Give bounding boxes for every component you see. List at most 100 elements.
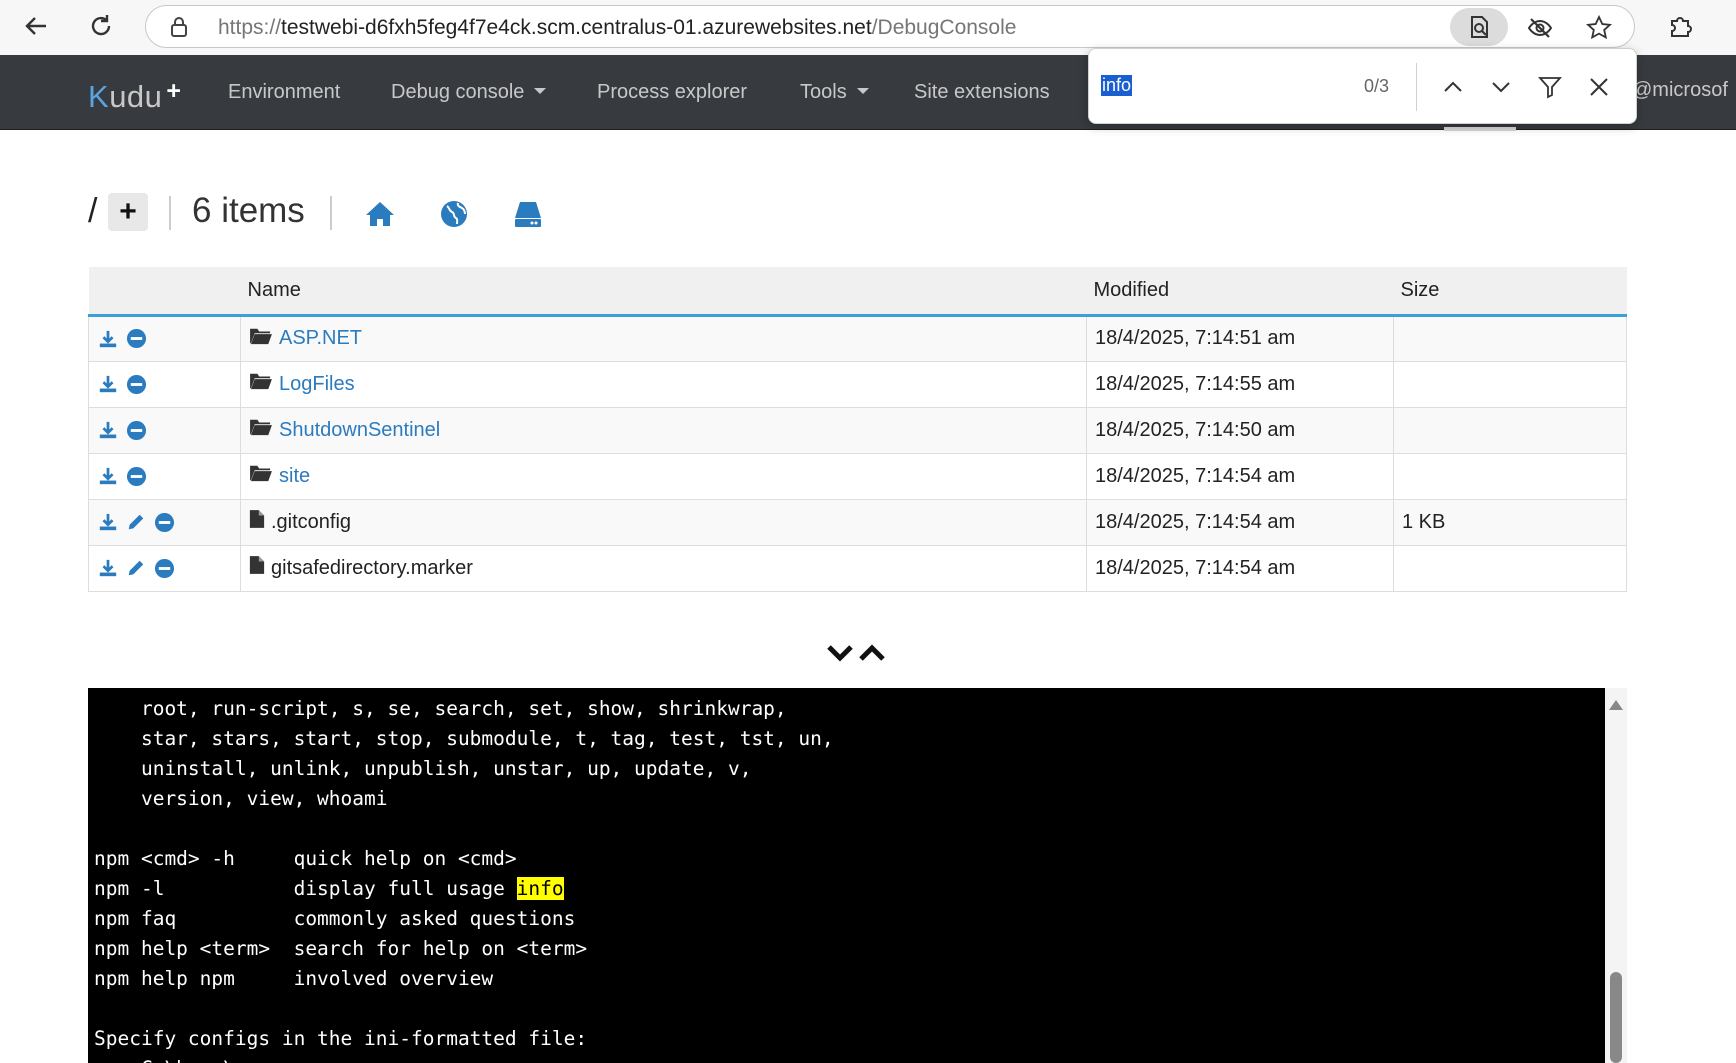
find-bar: info 0/3: [1088, 48, 1637, 124]
find-divider: [1416, 63, 1417, 111]
modified-cell: 18/4/2025, 7:14:54 am: [1086, 544, 1394, 592]
table-row[interactable]: .gitconfig 18/4/2025, 7:14:54 am 1 KB: [88, 498, 1627, 546]
folder-link[interactable]: ShutdownSentinel: [279, 419, 440, 442]
home-icon[interactable]: [364, 198, 396, 230]
console-line: root, run-script, s, se, search, set, sh…: [94, 697, 787, 720]
size-cell: [1393, 406, 1627, 454]
delete-icon[interactable]: [153, 511, 175, 533]
folder-link[interactable]: ASP.NET: [279, 327, 362, 350]
find-next-button[interactable]: [1485, 71, 1517, 103]
add-item-button[interactable]: +: [108, 193, 148, 231]
drive-icon[interactable]: [512, 198, 544, 230]
file-icon: [249, 509, 265, 535]
download-icon[interactable]: [97, 557, 119, 579]
console-resize-toggles: [826, 642, 886, 664]
name-cell: .gitconfig: [240, 498, 1087, 546]
table-row[interactable]: ShutdownSentinel 18/4/2025, 7:14:50 am: [88, 406, 1627, 454]
scroll-up-arrow-icon[interactable]: [1609, 700, 1623, 710]
globe-icon[interactable]: [438, 198, 470, 230]
modified-cell: 18/4/2025, 7:14:54 am: [1086, 452, 1394, 500]
row-actions: [88, 360, 241, 408]
name-cell: gitsafedirectory.marker: [240, 544, 1087, 592]
download-icon[interactable]: [97, 511, 119, 533]
url-path: /DebugConsole: [871, 16, 1017, 39]
menu-process-explorer[interactable]: Process explorer: [597, 81, 747, 104]
console-output[interactable]: root, run-script, s, se, search, set, sh…: [88, 688, 1605, 1063]
name-cell: LogFiles: [240, 360, 1087, 408]
menu-label: Environment: [228, 81, 341, 103]
table-row[interactable]: ASP.NET 18/4/2025, 7:14:51 am: [88, 314, 1627, 362]
file-name: gitsafedirectory.marker: [271, 556, 473, 579]
find-filter-button[interactable]: [1534, 71, 1566, 103]
menu-tools[interactable]: Tools: [800, 81, 869, 104]
extensions-button[interactable]: [1662, 8, 1698, 44]
lock-icon[interactable]: [170, 16, 188, 38]
file-table: Name Modified Size ASP.NET 18/4/2025, 7:1…: [88, 267, 1627, 592]
refresh-button[interactable]: [81, 6, 121, 46]
table-row[interactable]: gitsafedirectory.marker 18/4/2025, 7:14:5…: [88, 544, 1627, 592]
brand-k: K: [88, 79, 110, 114]
delete-icon[interactable]: [125, 328, 147, 350]
separator: [169, 196, 171, 230]
user-account[interactable]: @microsof: [1632, 79, 1728, 102]
size-header[interactable]: Size: [1393, 267, 1627, 317]
menu-debug-console[interactable]: Debug console: [391, 81, 547, 104]
folder-link[interactable]: LogFiles: [279, 373, 355, 396]
console-line: uninstall, unlink, unpublish, unstar, up…: [94, 757, 752, 780]
modified-cell: 18/4/2025, 7:14:55 am: [1086, 360, 1394, 408]
separator: [330, 196, 332, 230]
delete-icon[interactable]: [125, 465, 147, 487]
kudu-logo[interactable]: Kudu +: [88, 77, 182, 115]
edit-pencil-icon[interactable]: [125, 511, 147, 533]
size-cell: [1393, 314, 1627, 362]
edit-pencil-icon[interactable]: [125, 557, 147, 579]
menu-label: Debug console: [391, 81, 525, 103]
size-cell: [1393, 452, 1627, 500]
table-row[interactable]: site 18/4/2025, 7:14:54 am: [88, 452, 1627, 500]
modified-cell: 18/4/2025, 7:14:54 am: [1086, 498, 1394, 546]
delete-icon[interactable]: [125, 373, 147, 395]
extensions-icon: [1671, 17, 1692, 37]
download-icon[interactable]: [97, 328, 119, 350]
name-header[interactable]: Name: [240, 267, 1087, 317]
name-cell: ASP.NET: [240, 314, 1087, 362]
size-cell: 1 KB: [1393, 498, 1627, 546]
brand-plus: +: [166, 77, 182, 105]
find-previous-button[interactable]: [1437, 71, 1469, 103]
expand-up-icon[interactable]: [858, 642, 886, 664]
menu-environment[interactable]: Environment: [228, 81, 340, 104]
chevron-up-icon: [1444, 81, 1462, 92]
delete-icon[interactable]: [153, 557, 175, 579]
name-cell: site: [240, 452, 1087, 500]
console-line: version, view, whoami: [94, 787, 388, 810]
size-cell: [1393, 360, 1627, 408]
folder-link[interactable]: site: [279, 465, 310, 488]
chevron-down-icon: [1492, 82, 1510, 93]
menu-label: Process explorer: [597, 81, 748, 103]
back-button[interactable]: [16, 6, 56, 46]
download-icon[interactable]: [97, 419, 119, 441]
reader-button[interactable]: [1450, 8, 1508, 46]
collapse-down-icon[interactable]: [826, 642, 854, 664]
modified-header[interactable]: Modified: [1086, 267, 1394, 317]
menu-site-extensions[interactable]: Site extensions: [914, 81, 1050, 104]
reader-icon: [1471, 16, 1488, 38]
address-bar[interactable]: https://testwebi-d6fxh5feg4f7e4ck.scm.ce…: [145, 5, 1635, 48]
debug-console[interactable]: root, run-script, s, se, search, set, sh…: [88, 688, 1605, 1063]
url-text[interactable]: https://testwebi-d6fxh5feg4f7e4ck.scm.ce…: [218, 16, 1016, 40]
items-count: 6 items: [192, 191, 305, 230]
scroll-thumb[interactable]: [1610, 972, 1622, 1063]
favorite-button[interactable]: [1583, 12, 1615, 44]
table-row[interactable]: LogFiles 18/4/2025, 7:14:55 am: [88, 360, 1627, 408]
name-cell: ShutdownSentinel: [240, 406, 1087, 454]
folder-icon: [249, 371, 273, 397]
download-icon[interactable]: [97, 465, 119, 487]
folder-icon: [249, 463, 273, 489]
folder-icon: [249, 326, 273, 352]
find-input[interactable]: info: [1101, 75, 1133, 96]
find-close-button[interactable]: [1583, 71, 1615, 103]
download-icon[interactable]: [97, 373, 119, 395]
delete-icon[interactable]: [125, 419, 147, 441]
tracking-button[interactable]: [1524, 12, 1556, 44]
root-path[interactable]: /: [88, 192, 97, 231]
